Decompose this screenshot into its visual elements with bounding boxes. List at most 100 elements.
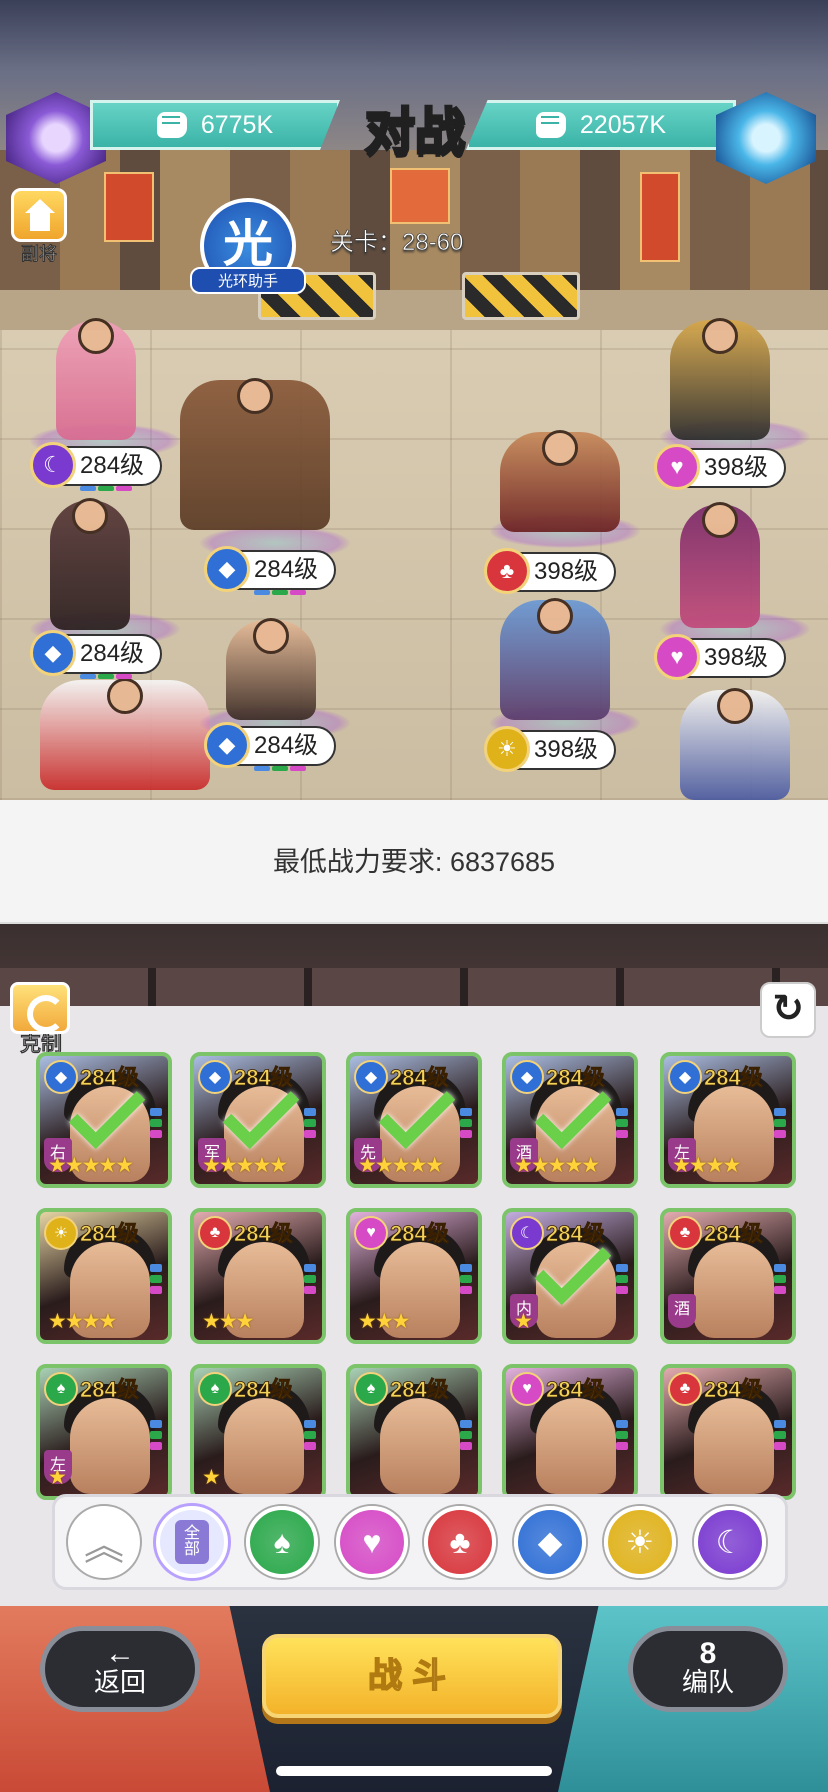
level-text: 398级 (534, 736, 599, 763)
player-hero-4[interactable] (40, 678, 210, 790)
ice-icon: ◆ (537, 1524, 563, 1560)
hero-stars: ★ (514, 1310, 533, 1333)
hero-card[interactable]: ◆ 284级 右 ★★★★★ (36, 1052, 172, 1188)
enemy-hero-1[interactable] (670, 318, 770, 440)
player-level-chip: ◆ 284级 (204, 722, 336, 771)
fight-button[interactable]: 战斗 (262, 1634, 562, 1718)
hero-card[interactable]: ♠ 284级 左 ★ (36, 1364, 172, 1500)
player-hero-2[interactable] (180, 378, 330, 530)
ice-element-icon: ◆ (204, 546, 250, 592)
level-text: 398级 (704, 644, 769, 671)
player-hero-5[interactable] (226, 618, 316, 720)
ice-element-icon: ◆ (668, 1060, 702, 1094)
hero-card[interactable]: ♣ 284级 ★★★ (190, 1208, 326, 1344)
collapse-filter-button[interactable]: ︽ (68, 1506, 140, 1578)
hero-card[interactable]: ♠ 284级 (346, 1364, 482, 1500)
hero-card[interactable]: ◆ 284级 酒 ★★★★★ (502, 1052, 638, 1188)
player-hero-1[interactable] (56, 318, 136, 440)
house-icon (11, 188, 67, 242)
filter-club-button[interactable]: ♣ (424, 1506, 496, 1578)
hero-level: 284级 (546, 1377, 606, 1403)
filter-moon-button[interactable]: ☾ (694, 1506, 766, 1578)
hero-portrait (536, 1398, 616, 1494)
player-hero-3[interactable] (50, 498, 130, 630)
hero-level: 284级 (80, 1377, 140, 1403)
moon-element-icon: ☾ (510, 1216, 544, 1250)
heart-element-icon: ♥ (354, 1216, 388, 1250)
counter-button[interactable]: 克制 (10, 982, 72, 1057)
hero-stars: ★★★★★ (514, 1154, 600, 1177)
filter-heart-button[interactable]: ♥ (336, 1506, 408, 1578)
hero-level: 284级 (234, 1221, 294, 1247)
spade-element-icon: ♠ (44, 1372, 78, 1406)
spade-icon: ♠ (273, 1523, 291, 1560)
hero-stars: ★★★★★ (48, 1154, 134, 1177)
club-icon: ♣ (449, 1523, 471, 1560)
moon-icon: ☾ (715, 1524, 745, 1560)
enemy-power-bar: 22057K (466, 100, 736, 150)
hero-card[interactable]: ♣ 284级 酒 (660, 1208, 796, 1344)
player-level-chip: ◆ 284级 (204, 546, 336, 595)
formation-label: 编队 (681, 1667, 734, 1697)
ice-element-icon: ◆ (30, 630, 76, 676)
stage-label: 关卡：28-60 (330, 229, 464, 257)
back-arrow-icon: ← (105, 1637, 135, 1670)
hero-portrait (694, 1398, 774, 1494)
enemy-level-chip: ♣ 398级 (484, 548, 616, 594)
hero-card[interactable]: ◆ 284级 军 ★★★★★ (190, 1052, 326, 1188)
enemy-hero-5[interactable] (680, 688, 790, 800)
hero-stars: ★ (202, 1466, 221, 1489)
ice-element-icon: ◆ (198, 1060, 232, 1094)
hero-level: 284级 (704, 1221, 764, 1247)
hero-card[interactable]: ♥ 284级 ★★★ (346, 1208, 482, 1344)
home-indicator[interactable] (276, 1766, 552, 1776)
hero-portrait (70, 1398, 150, 1494)
heart-element-icon: ♥ (654, 444, 700, 490)
filter-ice-button[interactable]: ◆ (514, 1506, 586, 1578)
moon-element-icon: ☾ (30, 442, 76, 488)
shop-sign (640, 172, 680, 262)
level-text: 398级 (534, 558, 599, 585)
battle-scene: ☾ 284级 ◆ 284级 ◆ 284级 ◆ 284级 ♥ 398级 ♣ 398… (0, 0, 828, 800)
hero-level: 284级 (390, 1221, 450, 1247)
filter-all-button[interactable]: 全部 (156, 1506, 228, 1578)
all-label: 全部 (175, 1520, 209, 1564)
back-button[interactable]: ← 返回 (40, 1626, 200, 1712)
sun-element-icon: ☀ (484, 726, 530, 772)
hero-stars: ★★★★ (48, 1310, 117, 1333)
roster-header-wall (0, 924, 828, 1010)
aura-assistant-button[interactable]: 光 光环助手 (190, 198, 306, 298)
aura-label: 光环助手 (190, 267, 306, 294)
hero-role-tag: 酒 (668, 1294, 696, 1328)
enemy-hero-4[interactable] (500, 598, 610, 720)
refresh-button[interactable]: ↻ (760, 982, 816, 1038)
hero-card[interactable]: ♣ 284级 (660, 1364, 796, 1500)
enemy-power-value: 22057K (579, 110, 667, 139)
player-level-chip: ☾ 284级 (30, 442, 162, 491)
hero-card[interactable]: ☾ 284级 内 ★ (502, 1208, 638, 1344)
refresh-icon: ↻ (772, 988, 804, 1030)
deputy-button[interactable]: 副将 (8, 188, 70, 270)
hero-stars: ★ (48, 1466, 67, 1489)
hero-card[interactable]: ♥ 284级 (502, 1364, 638, 1500)
filter-spade-button[interactable]: ♠ (246, 1506, 318, 1578)
formation-button[interactable]: 8 编队 (628, 1626, 788, 1712)
enemy-level-chip: ♥ 398级 (654, 634, 786, 680)
ice-element-icon: ◆ (44, 1060, 78, 1094)
hero-card[interactable]: ♠ 284级 ★ (190, 1364, 326, 1500)
hero-card[interactable]: ◆ 284级 先 ★★★★★ (346, 1052, 482, 1188)
hero-card[interactable]: ☀ 284级 ★★★★ (36, 1208, 172, 1344)
enemy-hero-2[interactable] (500, 430, 620, 532)
ice-element-icon: ◆ (354, 1060, 388, 1094)
heart-element-icon: ♥ (654, 634, 700, 680)
enemy-hero-3[interactable] (680, 502, 760, 628)
hero-card[interactable]: ◆ 284级 左 ★★★★ (660, 1052, 796, 1188)
sun-icon: ☀ (625, 1524, 655, 1560)
player-power-value: 6775K (200, 110, 274, 139)
fist-icon (535, 112, 566, 138)
heart-element-icon: ♥ (510, 1372, 544, 1406)
filter-sun-button[interactable]: ☀ (604, 1506, 676, 1578)
spade-element-icon: ♠ (354, 1372, 388, 1406)
chevron-up-icon: ︽ (84, 1524, 124, 1568)
hero-stars: ★★★★★ (202, 1154, 288, 1177)
